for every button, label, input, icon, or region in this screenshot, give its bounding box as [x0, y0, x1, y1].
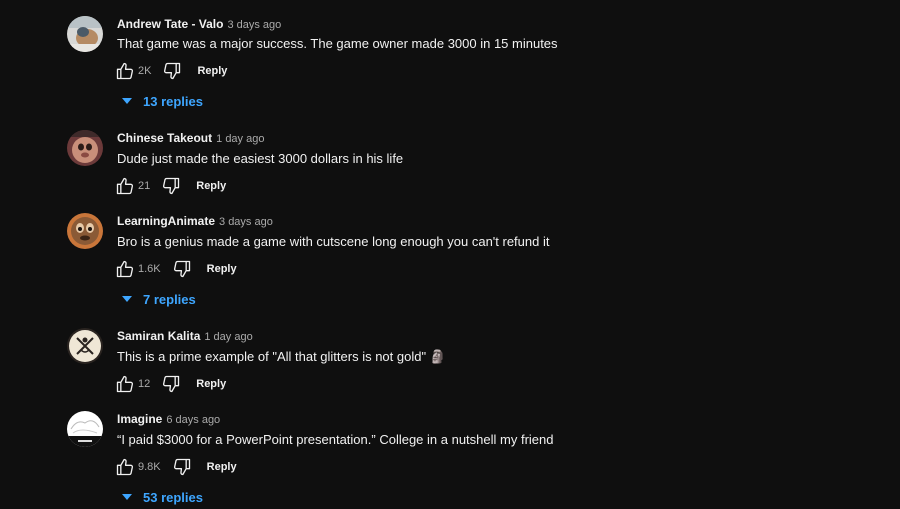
dislike-button[interactable] — [160, 373, 182, 395]
comment-text: This is a prime example of "All that gli… — [117, 349, 446, 364]
view-replies-button[interactable]: 7 replies — [120, 289, 196, 309]
comment-text: Dude just made the easiest 3000 dollars … — [117, 151, 404, 166]
view-replies-button[interactable]: 53 replies — [120, 487, 203, 507]
author-name[interactable]: Imagine — [117, 412, 162, 426]
replies-count-label: 53 replies — [143, 489, 203, 505]
thumbs-down-icon — [163, 375, 180, 393]
caret-down-icon — [122, 98, 132, 104]
comment-actions: 2K Reply — [114, 59, 227, 83]
avatar[interactable] — [67, 328, 103, 364]
caret-down-icon — [122, 494, 132, 500]
avatar[interactable] — [67, 213, 103, 249]
comment-meta: Chinese Takeout 1 day ago — [117, 130, 264, 146]
thumbs-down-icon — [164, 62, 181, 80]
thumbs-down-icon — [173, 458, 190, 476]
author-name[interactable]: Chinese Takeout — [117, 131, 212, 145]
thumbs-up-icon — [116, 458, 134, 476]
dislike-button[interactable] — [160, 175, 182, 197]
thumbs-up-icon — [116, 375, 134, 393]
comment-actions: 21 Reply — [114, 174, 226, 198]
like-count: 9.8K — [138, 461, 161, 473]
like-button[interactable] — [114, 258, 136, 280]
comment-actions: 12 Reply — [114, 372, 226, 396]
like-button[interactable] — [114, 456, 136, 478]
thumbs-up-icon — [116, 62, 134, 80]
thumbs-up-icon — [116, 177, 134, 195]
comment-time[interactable]: 6 days ago — [166, 414, 220, 426]
comment-text: Bro is a genius made a game with cutscen… — [117, 234, 550, 249]
thumbs-down-icon — [163, 177, 180, 195]
comment-time[interactable]: 1 day ago — [216, 133, 264, 145]
replies-count-label: 13 replies — [143, 93, 203, 109]
comment-time[interactable]: 3 days ago — [227, 19, 281, 31]
reply-button[interactable]: Reply — [196, 378, 226, 390]
like-button[interactable] — [114, 373, 136, 395]
caret-down-icon — [122, 296, 132, 302]
like-button[interactable] — [114, 175, 136, 197]
like-count: 12 — [138, 378, 151, 390]
comment-meta: LearningAnimate 3 days ago — [117, 213, 273, 229]
reply-button[interactable]: Reply — [207, 263, 237, 275]
like-count: 21 — [138, 180, 151, 192]
thumbs-up-icon — [116, 260, 134, 278]
comment-meta: Samiran Kalita 1 day ago — [117, 328, 253, 344]
like-count: 1.6K — [138, 263, 161, 275]
avatar[interactable] — [67, 130, 103, 166]
comment-actions: 9.8K Reply — [114, 455, 237, 479]
author-name[interactable]: Andrew Tate - Valo — [117, 17, 223, 31]
comment-actions: 1.6K Reply — [114, 257, 237, 281]
comments-thread: Andrew Tate - Valo 3 days ago That game w… — [0, 0, 900, 509]
reply-button[interactable]: Reply — [207, 461, 237, 473]
comment-meta: Andrew Tate - Valo 3 days ago — [117, 16, 281, 32]
like-button[interactable] — [114, 60, 136, 82]
reply-button[interactable]: Reply — [197, 65, 227, 77]
thumbs-down-icon — [173, 260, 190, 278]
comment-time[interactable]: 3 days ago — [219, 216, 273, 228]
author-name[interactable]: Samiran Kalita — [117, 329, 200, 343]
dislike-button[interactable] — [171, 258, 193, 280]
comment-text: “I paid $3000 for a PowerPoint presentat… — [117, 432, 554, 447]
reply-button[interactable]: Reply — [196, 180, 226, 192]
comment-time[interactable]: 1 day ago — [204, 331, 252, 343]
view-replies-button[interactable]: 13 replies — [120, 91, 203, 111]
avatar[interactable] — [67, 16, 103, 52]
dislike-button[interactable] — [161, 60, 183, 82]
author-name[interactable]: LearningAnimate — [117, 214, 215, 228]
comment-text: That game was a major success. The game … — [117, 36, 558, 51]
dislike-button[interactable] — [171, 456, 193, 478]
avatar[interactable] — [67, 411, 103, 447]
like-count: 2K — [138, 65, 152, 77]
replies-count-label: 7 replies — [143, 291, 196, 307]
comment-meta: Imagine 6 days ago — [117, 411, 220, 427]
